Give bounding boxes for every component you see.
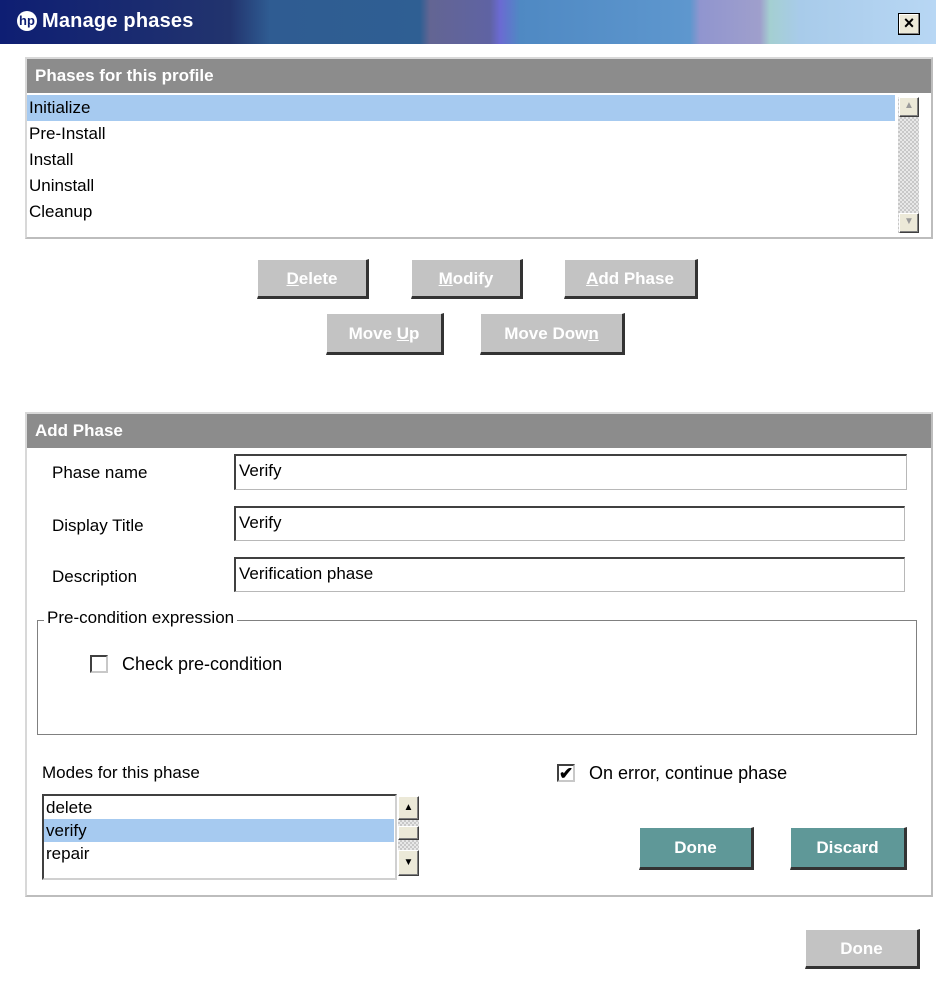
description-label: Description	[52, 567, 138, 586]
precondition-legend: Pre-condition expression	[44, 608, 238, 628]
list-item[interactable]: repair	[44, 842, 395, 865]
modes-label: Modes for this phase	[42, 763, 200, 782]
scroll-down-arrow-icon[interactable]: ▼	[398, 850, 419, 876]
scroll-thumb[interactable]	[398, 826, 419, 840]
phase-name-label: Phase name	[52, 463, 148, 482]
move-up-button[interactable]: Move Up	[326, 313, 444, 355]
done-button[interactable]: Done	[639, 827, 754, 870]
hp-logo-icon: hp	[17, 11, 37, 31]
on-error-checkbox[interactable]: ✔	[557, 764, 575, 782]
phases-header: Phases for this profile	[27, 59, 931, 93]
move-down-button[interactable]: Move Down	[480, 313, 625, 355]
window-title: Manage phases	[42, 10, 194, 32]
list-item[interactable]: Uninstall	[27, 173, 895, 199]
scroll-up-arrow-icon[interactable]: ▲	[899, 97, 919, 117]
list-item[interactable]: delete	[44, 796, 395, 819]
add-phase-button[interactable]: Add Phase	[564, 259, 698, 299]
scroll-down-arrow-icon[interactable]: ▼	[899, 213, 919, 233]
on-error-label: On error, continue phase	[589, 763, 788, 783]
modes-list[interactable]: delete verify repair	[42, 794, 397, 880]
list-item[interactable]: Install	[27, 147, 895, 173]
delete-button[interactable]: Delete	[257, 259, 369, 299]
check-precondition-label: Check pre-condition	[122, 654, 283, 674]
display-title-label: Display Title	[52, 516, 144, 535]
add-phase-header: Add Phase	[27, 414, 931, 448]
precondition-fieldset	[37, 620, 917, 735]
list-item[interactable]: Cleanup	[27, 199, 895, 225]
description-input[interactable]: Verification phase	[234, 557, 905, 592]
close-button[interactable]: ×	[898, 13, 920, 35]
list-item[interactable]: verify	[44, 819, 394, 842]
scroll-up-arrow-icon[interactable]: ▲	[398, 796, 419, 820]
discard-button[interactable]: Discard	[790, 827, 907, 870]
check-precondition-checkbox[interactable]	[90, 655, 108, 673]
display-title-input[interactable]: Verify	[234, 506, 905, 541]
modify-button[interactable]: Modify	[411, 259, 523, 299]
phases-list[interactable]: Initialize Pre-Install Install Uninstall…	[27, 95, 895, 235]
footer-done-button[interactable]: Done	[805, 929, 920, 969]
close-icon: ×	[903, 13, 915, 33]
list-item[interactable]: Initialize	[27, 95, 895, 121]
list-item[interactable]: Pre-Install	[27, 121, 895, 147]
phase-name-input[interactable]: Verify	[234, 454, 907, 490]
